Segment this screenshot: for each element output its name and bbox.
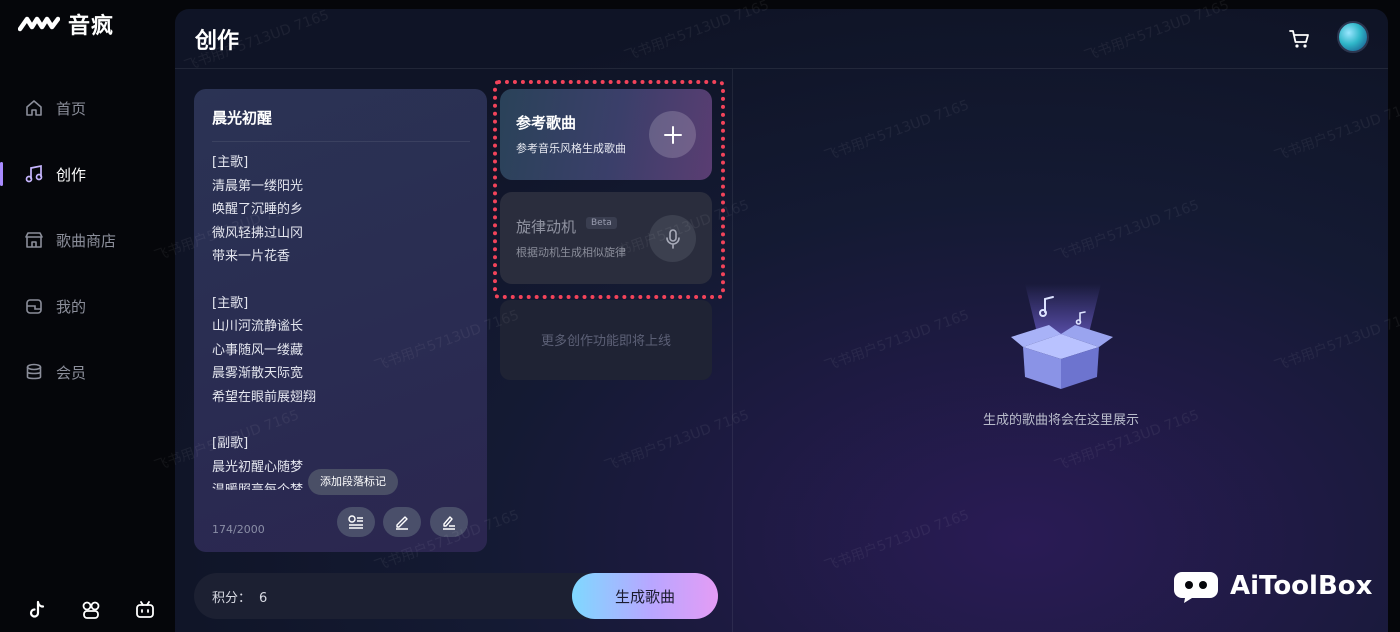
pencil-icon bbox=[396, 516, 408, 530]
chat-bubble-logo-icon bbox=[1174, 572, 1218, 603]
wave-logo-icon bbox=[18, 16, 60, 32]
section-tag: [副歌] bbox=[212, 436, 249, 451]
app-logo[interactable]: 音疯 bbox=[18, 8, 114, 40]
sidebar-item-mine[interactable]: 我的 bbox=[0, 284, 172, 328]
store-icon bbox=[25, 232, 43, 248]
panel-divider bbox=[732, 69, 733, 632]
add-section-mark-button[interactable] bbox=[337, 507, 375, 537]
more-features-card: 更多创作功能即将上线 bbox=[500, 300, 712, 380]
edit-lines-icon bbox=[443, 516, 455, 530]
lyrics-editor[interactable]: 晨光初醒 [主歌] 清晨第一缕阳光 唤醒了沉睡的乡 微风轻拂过山冈 带来一片花香… bbox=[194, 89, 487, 552]
generate-song-button[interactable]: 生成歌曲 bbox=[572, 573, 718, 619]
database-icon bbox=[26, 363, 42, 380]
sidebar-item-label: 我的 bbox=[56, 297, 87, 316]
lyrics-text[interactable]: [主歌] 清晨第一缕阳光 唤醒了沉睡的乡 微风轻拂过山冈 带来一片花香 [主歌]… bbox=[212, 151, 472, 490]
sidebar-item-home[interactable]: 首页 bbox=[0, 86, 172, 130]
sidebar-item-store[interactable]: 歌曲商店 bbox=[0, 218, 172, 262]
sidebar-item-label: 首页 bbox=[56, 99, 87, 118]
sidebar-item-member[interactable]: 会员 bbox=[0, 350, 172, 394]
lyric-line: 带来一片花香 bbox=[212, 249, 291, 264]
lyric-line: 希望在眼前展翅翔 bbox=[212, 389, 317, 405]
folder-icon bbox=[26, 299, 42, 314]
empty-box-illustration bbox=[1003, 279, 1123, 389]
highlight-box bbox=[493, 80, 725, 299]
sidebar-item-label: 会员 bbox=[56, 363, 87, 382]
tiktok-icon[interactable] bbox=[26, 600, 48, 620]
top-bar: 创作 bbox=[175, 9, 1388, 69]
sidebar-item-label: 创作 bbox=[56, 165, 87, 184]
sidebar-nav: 首页 创作 歌曲商店 我的 会员 bbox=[0, 86, 172, 416]
lyric-line: 晨雾渐散天际宽 bbox=[212, 366, 304, 381]
aitoolbox-brand: AiToolBox bbox=[1172, 568, 1372, 604]
more-features-text: 更多创作功能即将上线 bbox=[540, 334, 671, 349]
social-links bbox=[26, 600, 156, 620]
music-note-icon bbox=[25, 164, 43, 183]
lyric-line: 微风轻拂过山冈 bbox=[212, 225, 304, 241]
rewrite-button[interactable] bbox=[430, 507, 468, 537]
lyrics-divider bbox=[212, 141, 470, 142]
char-count: 174/2000 bbox=[212, 523, 265, 536]
lyric-block: [主歌] 清晨第一缕阳光 唤醒了沉睡的乡 微风轻拂过山冈 带来一片花香 bbox=[212, 151, 472, 269]
points-label: 积分： bbox=[212, 591, 252, 606]
page-title: 创作 bbox=[195, 29, 240, 54]
bilibili-icon[interactable] bbox=[134, 600, 156, 620]
lyric-line: 清晨第一缕阳光 bbox=[212, 178, 304, 194]
avatar[interactable] bbox=[1337, 21, 1369, 53]
brand-name: AiToolBox bbox=[1230, 571, 1373, 601]
lyric-line: 心事随风一缕藏 bbox=[212, 342, 304, 358]
cart-icon[interactable] bbox=[1288, 27, 1312, 51]
app-name: 音疯 bbox=[68, 14, 115, 39]
tooltip-add-section-mark: 添加段落标记 bbox=[308, 469, 398, 495]
sidebar-item-create[interactable]: 创作 bbox=[0, 152, 172, 196]
lyric-line: 山川河流静谧长 bbox=[212, 319, 304, 334]
main-panel: 创作 晨光初醒 [主歌] 清晨第一缕阳光 唤醒了沉睡的乡 微风轻拂过山冈 带来一… bbox=[175, 9, 1388, 632]
edit-button[interactable] bbox=[383, 507, 421, 537]
home-icon bbox=[26, 100, 42, 116]
points-display: 积分： 6 bbox=[212, 587, 267, 606]
sidebar: 音疯 首页 创作 歌曲商店 我的 会员 bbox=[0, 0, 172, 632]
empty-state-text: 生成的歌曲将会在这里展示 bbox=[982, 413, 1139, 428]
lyric-line: 唤醒了沉睡的乡 bbox=[212, 202, 304, 217]
section-tag: [主歌] bbox=[212, 155, 249, 170]
lyrics-title: 晨光初醒 bbox=[212, 109, 273, 127]
lyric-block: [主歌] 山川河流静谧长 心事随风一缕藏 晨雾渐散天际宽 希望在眼前展翅翔 bbox=[212, 292, 472, 410]
app-icon[interactable] bbox=[80, 600, 102, 620]
points-value: 6 bbox=[259, 591, 268, 606]
sidebar-item-label: 歌曲商店 bbox=[56, 231, 117, 250]
section-mark-icon bbox=[348, 515, 363, 529]
section-tag: [主歌] bbox=[212, 295, 249, 311]
